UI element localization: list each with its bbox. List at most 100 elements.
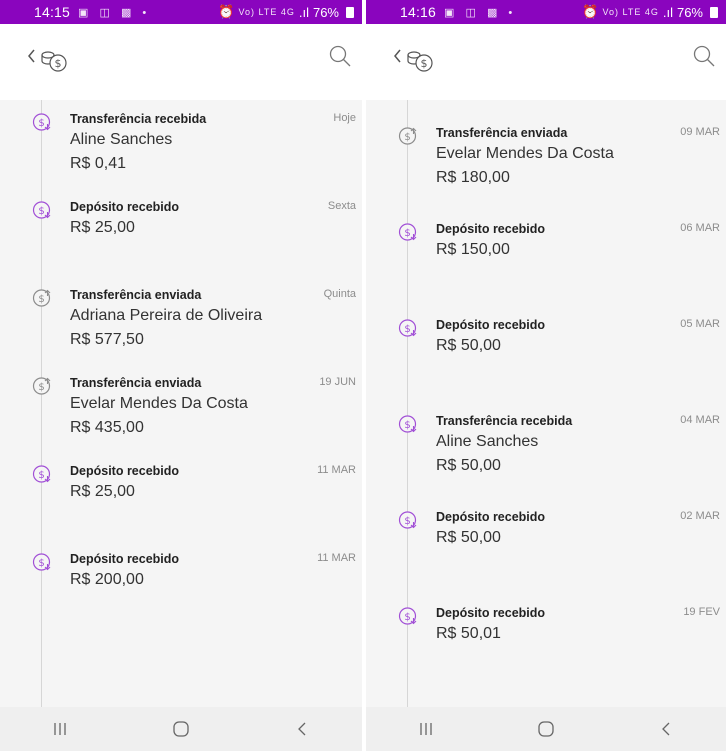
status-indicators: ⏰ Vo) LTE 4G .ıl 76% [218,4,354,20]
chevron-left-icon[interactable] [392,46,404,66]
coin-arrow-down-icon: $ [398,511,417,529]
svg-text:$: $ [404,516,410,527]
transaction-amount: R$ 180,00 [436,169,510,186]
transaction-date: Quinta [323,288,356,300]
coin-arrow-down-icon: $ [398,607,417,625]
phone-screen-right: 14:16 ▣ ◫ ▩ • ⏰ Vo) LTE 4G .ıl 76% $ $ Tr… [366,0,726,751]
coin-arrow-up-icon: $ [32,289,51,307]
recents-button[interactable] [406,714,446,744]
transaction-title: Transferência enviada [436,126,568,140]
svg-text:$: $ [38,470,44,481]
transaction-amount: R$ 0,41 [70,155,127,172]
recents-button[interactable] [40,714,80,744]
network-indicator: Vo) LTE 4G [238,7,295,17]
transaction-counterparty: Adriana Pereira de Oliveira [70,307,263,324]
transaction-date: 19 FEV [683,606,720,618]
transaction-title: Depósito recebido [436,318,546,332]
recents-icon [54,723,66,735]
transaction-amount: R$ 50,00 [436,337,501,354]
search-icon[interactable] [692,44,716,68]
svg-text:$: $ [404,324,410,335]
svg-text:$: $ [404,228,410,239]
transaction-amount: R$ 25,00 [70,219,135,236]
coin-arrow-down-icon: $ [32,113,51,131]
transaction-counterparty: Aline Sanches [70,131,173,148]
transaction-title: Transferência enviada [70,288,202,302]
signal-icon: .ıl [662,4,673,20]
network-indicator: Vo) LTE 4G [602,7,659,17]
home-button[interactable] [161,714,201,744]
svg-text:$: $ [38,294,44,305]
transaction-date: 11 MAR [317,464,356,476]
transaction-date: 04 MAR [680,414,720,426]
battery-icon [346,6,354,18]
transaction-amount: R$ 25,00 [70,483,135,500]
android-nav-bar [0,707,362,751]
transaction-amount: R$ 50,00 [436,529,501,546]
android-nav-bar [366,707,726,751]
transaction-counterparty: Evelar Mendes Da Costa [70,395,248,412]
coins-icon: $ [407,51,433,72]
coin-arrow-up-icon: $ [398,127,417,145]
svg-text:$: $ [404,612,410,623]
back-button[interactable] [282,714,322,744]
alarm-icon: ⏰ [218,4,235,19]
coin-arrow-down-icon: $ [32,201,51,219]
recents-icon [420,723,432,735]
transaction-amount: R$ 50,01 [436,625,501,642]
home-icon [538,721,554,737]
search-icon[interactable] [328,44,352,68]
transaction-date: 19 JUN [319,376,356,388]
back-icon [662,722,670,736]
back-button[interactable] [646,714,686,744]
transaction-title: Depósito recebido [436,222,546,236]
svg-text:$: $ [55,57,62,70]
svg-text:$: $ [404,420,410,431]
status-time: 14:16 [400,4,437,20]
transaction-title: Depósito recebido [70,200,180,214]
transaction-title: Depósito recebido [70,464,180,478]
transaction-amount: R$ 50,00 [436,457,501,474]
notification-icons: ▣ ◫ ▩ • [78,6,151,19]
svg-text:$: $ [38,206,44,217]
svg-text:$: $ [38,382,44,393]
battery-percent: 76% [676,4,703,20]
transaction-title: Depósito recebido [436,510,546,524]
battery-percent: 76% [312,4,339,20]
svg-text:$: $ [404,132,410,143]
transaction-amount: R$ 435,00 [70,419,144,436]
phone-screen-left: 14:15 ▣ ◫ ▩ • ⏰ Vo) LTE 4G .ıl 76% $ $ Tr… [0,0,362,751]
home-button[interactable] [526,714,566,744]
transaction-title: Transferência recebida [70,112,207,126]
coin-arrow-up-icon: $ [32,377,51,395]
notification-icons: ▣ ◫ ▩ • [444,6,517,19]
app-header: $ [0,24,362,100]
app-header: $ [366,24,726,100]
status-indicators: ⏰ Vo) LTE 4G .ıl 76% [582,4,718,20]
coin-arrow-down-icon: $ [32,553,51,571]
transaction-title: Depósito recebido [70,552,180,566]
back-icon [297,722,306,736]
svg-text:$: $ [421,57,428,70]
transaction-amount: R$ 150,00 [436,241,510,258]
transaction-counterparty: Evelar Mendes Da Costa [436,145,614,162]
transaction-date: 05 MAR [680,318,720,330]
transaction-date: Hoje [333,112,356,124]
chevron-left-icon[interactable] [26,46,38,66]
transaction-title: Transferência recebida [436,414,573,428]
timeline-line [41,100,42,707]
transaction-title: Transferência enviada [70,376,202,390]
coin-arrow-down-icon: $ [398,223,417,241]
transaction-title: Depósito recebido [436,606,546,620]
svg-text:$: $ [38,118,44,129]
transaction-date: 09 MAR [680,126,720,138]
transaction-amount: R$ 577,50 [70,331,144,348]
signal-icon: .ıl [298,4,309,20]
transaction-date: Sexta [327,200,356,212]
transaction-date: 06 MAR [680,222,720,234]
status-bar: 14:15 ▣ ◫ ▩ • ⏰ Vo) LTE 4G .ıl 76% [0,0,362,24]
coin-arrow-down-icon: $ [398,319,417,337]
coin-arrow-down-icon: $ [32,465,51,483]
alarm-icon: ⏰ [582,4,599,19]
status-time: 14:15 [34,4,71,20]
